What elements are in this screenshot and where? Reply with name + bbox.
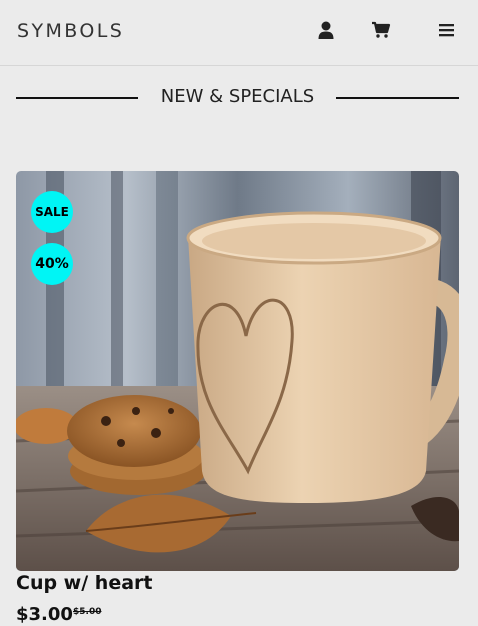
product-price: $3.00: [16, 604, 73, 625]
hamburger-menu-icon[interactable]: [437, 20, 457, 40]
heading-divider-right: [336, 97, 459, 99]
product-name[interactable]: Cup w/ heart: [16, 572, 152, 594]
brand-logo[interactable]: SYMBOLS: [17, 20, 124, 42]
product-image[interactable]: [16, 171, 459, 571]
sale-badge: SALE: [31, 191, 73, 233]
user-icon[interactable]: [316, 20, 336, 40]
discount-badge: 40%: [31, 243, 73, 285]
product-old-price: $5.00: [73, 607, 102, 617]
section-heading: NEW & SPECIALS: [16, 86, 459, 110]
cart-icon[interactable]: [371, 20, 391, 40]
site-header: SYMBOLS: [0, 0, 478, 66]
